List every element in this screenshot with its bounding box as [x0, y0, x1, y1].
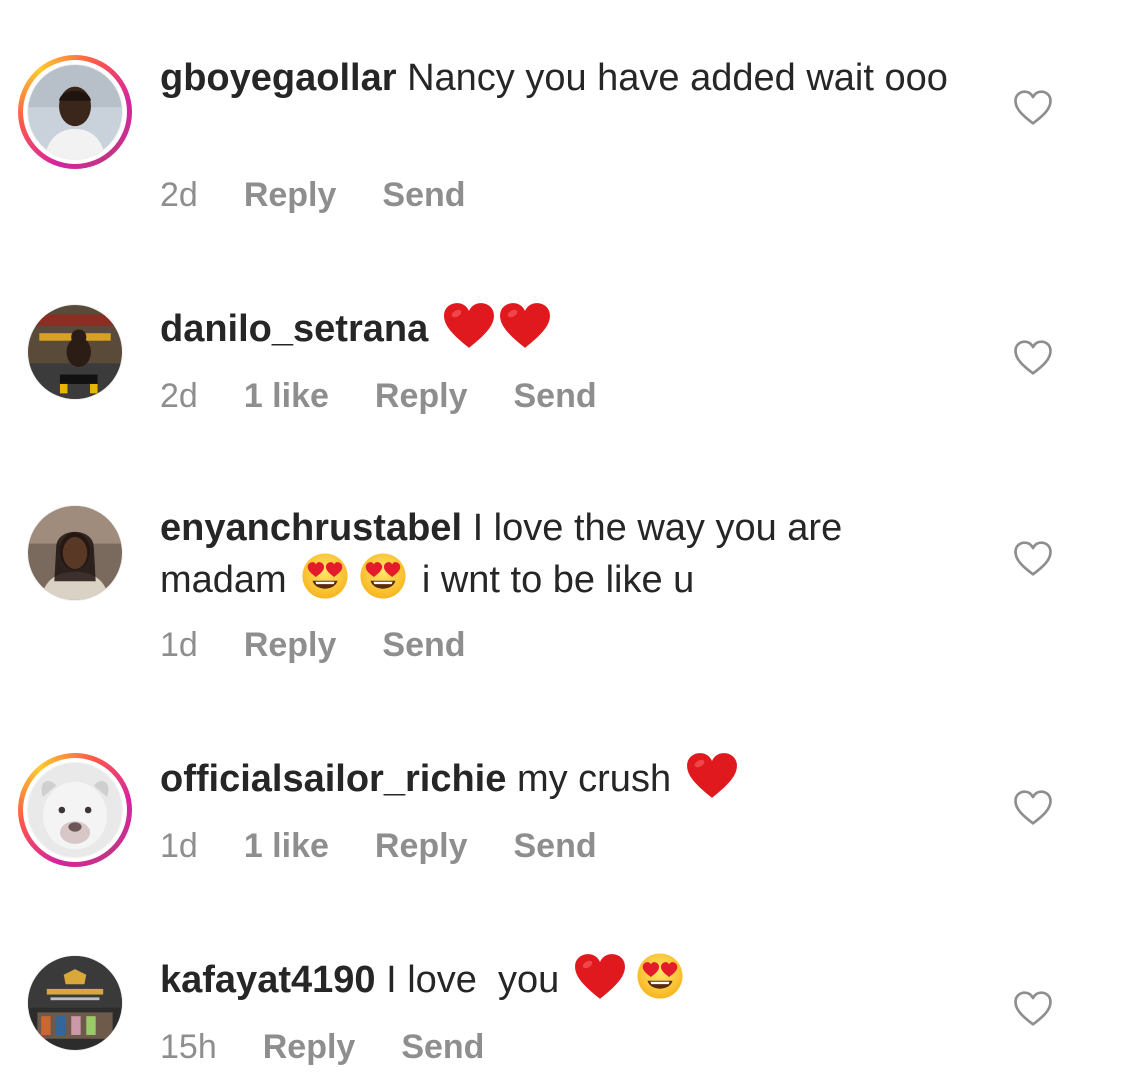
- story-ring[interactable]: [18, 753, 132, 867]
- comment-meta: 2d 1 like Reply Send: [160, 376, 643, 416]
- likes-count[interactable]: 1 like: [244, 827, 329, 865]
- red-heart-emoji: [574, 953, 626, 1000]
- avatar-wrap[interactable]: [18, 946, 132, 1060]
- story-ring[interactable]: [18, 55, 132, 169]
- comment-username[interactable]: officialsailor_richie: [160, 758, 506, 800]
- comment-username[interactable]: danilo_setrana: [160, 308, 428, 350]
- avatar[interactable]: [28, 763, 122, 857]
- reply-button[interactable]: Reply: [263, 1028, 356, 1066]
- reply-button[interactable]: Reply: [244, 626, 337, 664]
- avatar[interactable]: [28, 956, 122, 1050]
- red-heart-emoji: [499, 302, 551, 349]
- red-heart-emoji: [686, 752, 738, 799]
- heart-eyes-emoji: [636, 952, 684, 1000]
- comment-username[interactable]: enyanchrustabel: [160, 507, 462, 549]
- send-button[interactable]: Send: [382, 176, 465, 214]
- reply-button[interactable]: Reply: [244, 176, 337, 214]
- send-button[interactable]: Send: [514, 377, 597, 415]
- send-button[interactable]: Send: [401, 1028, 484, 1066]
- heart-eyes-emoji: [359, 552, 407, 600]
- comment-text: gboyegaollar Nancy you have added wait o…: [160, 54, 960, 102]
- comment-username[interactable]: gboyegaollar: [160, 57, 397, 99]
- avatar[interactable]: [28, 65, 122, 159]
- comment-meta: 2d Reply Send: [160, 175, 512, 215]
- like-heart-icon[interactable]: [1013, 990, 1057, 1030]
- avatar-wrap[interactable]: [18, 496, 132, 610]
- comment-time: 1d: [160, 827, 198, 865]
- comment-time: 15h: [160, 1028, 217, 1066]
- like-heart-icon[interactable]: [1013, 339, 1057, 379]
- send-button[interactable]: Send: [382, 626, 465, 664]
- comment-meta: 1d Reply Send: [160, 625, 512, 665]
- comment-time: 2d: [160, 176, 198, 214]
- comment-body: my crush: [516, 758, 672, 800]
- comment-username[interactable]: kafayat4190: [160, 959, 376, 1001]
- like-heart-icon[interactable]: [1013, 89, 1057, 129]
- comment-text: officialsailor_richie my crush: [160, 752, 960, 803]
- like-heart-icon[interactable]: [1013, 540, 1057, 580]
- comment-meta: 1d 1 like Reply Send: [160, 826, 643, 866]
- heart-eyes-emoji: [301, 552, 349, 600]
- red-heart-emoji: [443, 302, 495, 349]
- avatar[interactable]: [28, 506, 122, 600]
- comment-time: 2d: [160, 377, 198, 415]
- avatar[interactable]: [28, 305, 122, 399]
- send-button[interactable]: Send: [514, 827, 597, 865]
- avatar-wrap[interactable]: [18, 295, 132, 409]
- comment-text: enyanchrustabel I love the way you are m…: [160, 504, 960, 604]
- comment-time: 1d: [160, 626, 198, 664]
- comment-text: danilo_setrana: [160, 302, 960, 353]
- likes-count[interactable]: 1 like: [244, 377, 329, 415]
- reply-button[interactable]: Reply: [375, 377, 468, 415]
- comment-text: kafayat4190 I love you: [160, 952, 960, 1004]
- comment-body: I love you: [386, 959, 560, 1001]
- comment-meta: 15h Reply Send: [160, 1027, 530, 1067]
- comment-body-continued: i wnt to be like u: [421, 559, 695, 601]
- comment-body: Nancy you have added wait ooo: [407, 57, 948, 99]
- reply-button[interactable]: Reply: [375, 827, 468, 865]
- like-heart-icon[interactable]: [1013, 789, 1057, 829]
